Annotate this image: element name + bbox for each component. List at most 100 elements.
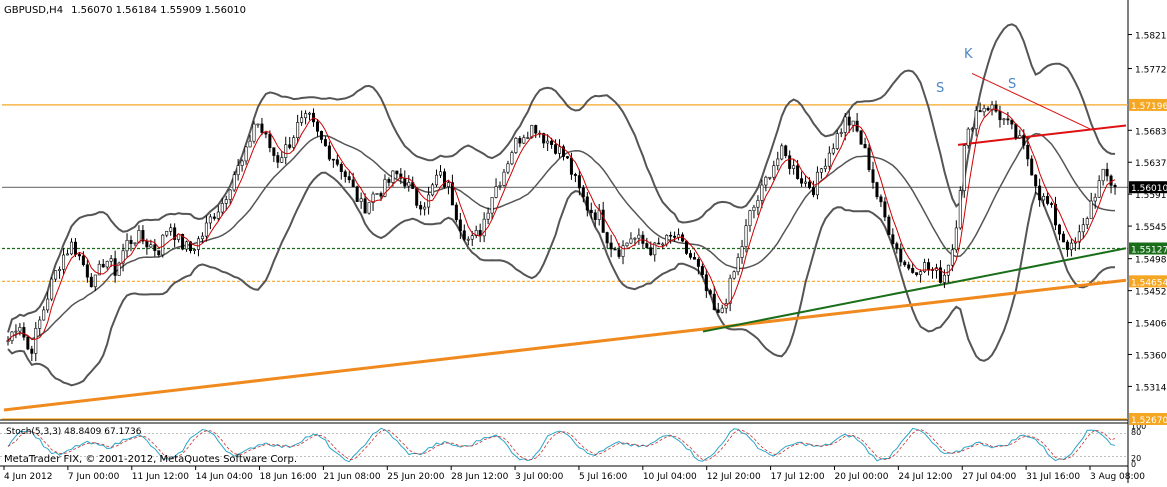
candle-body: [240, 160, 244, 166]
x-tick-label: 31 Jul 16:00: [1026, 472, 1080, 482]
candle-body: [46, 298, 50, 311]
candle-body: [260, 123, 264, 133]
candle-body: [827, 152, 831, 167]
candle-body: [379, 193, 383, 197]
candle-body: [339, 163, 343, 172]
candle-body: [859, 130, 863, 145]
candle-body: [1065, 241, 1069, 250]
copyright-text: MetaTrader FIX, © 2001-2012, MetaQuotes …: [4, 454, 297, 465]
candle-body: [522, 137, 526, 144]
candle-body: [577, 175, 581, 189]
candle-body: [788, 155, 792, 169]
candle-body: [157, 250, 161, 256]
candle-body: [915, 272, 919, 275]
candle-body: [843, 116, 847, 133]
candle-body: [891, 234, 895, 245]
candle-body: [280, 157, 284, 163]
candle-body: [581, 187, 585, 198]
y-tick-label: 1.54520: [1135, 288, 1167, 298]
candle-body: [546, 140, 550, 144]
candle-body: [220, 203, 224, 213]
candle-body: [1050, 203, 1054, 205]
candle-body: [669, 234, 673, 237]
candle-body: [792, 165, 796, 169]
candle-body: [772, 165, 776, 178]
candle-body: [494, 186, 498, 198]
candle-body: [800, 178, 804, 184]
candle-body: [621, 245, 625, 257]
candle-body: [375, 193, 379, 195]
candle-body: [950, 249, 954, 266]
y-tick-label: 1.53600: [1135, 351, 1167, 361]
candle-body: [1018, 135, 1022, 139]
candle-body: [1061, 233, 1065, 243]
x-tick-label: 11 Jun 12:00: [132, 472, 189, 482]
candle-body: [633, 237, 637, 240]
y-tick-label: 1.55450: [1135, 223, 1167, 233]
candle-body: [335, 159, 339, 165]
price-chart[interactable]: SKS 10080200 1.582101.577201.568301.5637…: [0, 0, 1167, 483]
y-tick-label: 1.57720: [1135, 66, 1167, 76]
candle-body: [423, 206, 427, 210]
candle-body: [466, 238, 470, 241]
candle-body: [970, 128, 974, 131]
candle-body: [1006, 118, 1010, 121]
candle-body: [268, 133, 272, 148]
x-tick-label: 24 Jul 12:00: [898, 472, 952, 482]
candle-body: [673, 235, 677, 238]
candle-body: [712, 293, 716, 311]
candle-body: [169, 227, 173, 232]
symbol-header: GBPUSD,H4 1.56070 1.56184 1.55909 1.56010: [4, 5, 246, 16]
y-tick-label: 1.54980: [1135, 256, 1167, 266]
candle-body: [665, 234, 669, 245]
candle-body: [1034, 174, 1038, 187]
candle-body: [649, 247, 653, 256]
chart-window: SKS 10080200 1.582101.577201.568301.5637…: [0, 0, 1167, 483]
y-tick-label: 1.56830: [1135, 127, 1167, 137]
candle-body: [982, 107, 986, 113]
candle-body: [486, 212, 490, 220]
candle-body: [359, 198, 363, 202]
candle-body: [296, 122, 300, 138]
candle-body: [1046, 196, 1050, 204]
candle-body: [899, 248, 903, 263]
candle-body: [998, 110, 1002, 121]
candle-body: [109, 258, 113, 262]
candle-body: [415, 188, 419, 206]
candle-body: [558, 146, 562, 154]
candle-body: [288, 144, 292, 148]
level-price-label: 1.56010: [1131, 184, 1167, 194]
x-tick-label: 3 Jul 00:00: [515, 472, 564, 482]
candle-body: [1057, 224, 1061, 235]
candle-body: [740, 246, 744, 258]
x-tick-label: 28 Jun 12:00: [451, 472, 508, 482]
candle-body: [395, 170, 399, 175]
candle-body: [50, 278, 54, 300]
candle-body: [863, 144, 867, 149]
x-tick-label: 20 Jul 00:00: [834, 472, 888, 482]
candle-body: [391, 170, 395, 183]
candle-body: [363, 198, 367, 214]
candle-body: [232, 174, 236, 191]
candle-body: [403, 178, 407, 187]
candle-body: [81, 255, 85, 266]
candle-body: [1026, 145, 1030, 160]
candle-body: [585, 196, 589, 211]
candle-body: [319, 130, 323, 140]
candle-body: [942, 274, 946, 283]
candle-body: [1089, 200, 1093, 219]
x-tick-label: 17 Jul 12:00: [771, 472, 825, 482]
candle-body: [784, 145, 788, 157]
candle-body: [986, 107, 990, 111]
candle-body: [42, 309, 46, 321]
stoch-axis-label: 80: [1131, 428, 1141, 437]
candle-body: [129, 239, 133, 244]
candle-body: [534, 125, 538, 134]
candle-body: [66, 253, 70, 256]
candle-body: [565, 156, 569, 159]
candle-body: [69, 241, 73, 255]
candle-body: [847, 116, 851, 126]
candle-body: [367, 202, 371, 214]
candle-body: [1081, 224, 1085, 233]
candle-body: [435, 174, 439, 186]
